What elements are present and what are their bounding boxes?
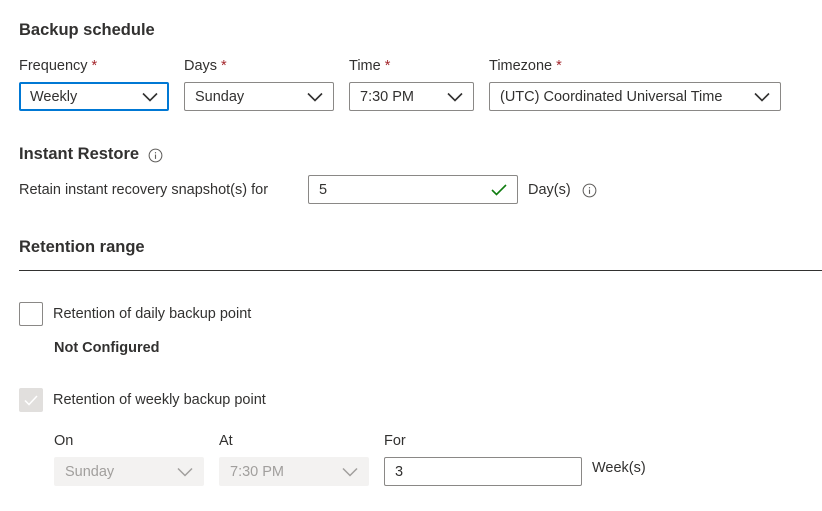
info-icon[interactable]: [582, 183, 597, 198]
weekly-on-label: On: [54, 433, 74, 449]
days-dropdown[interactable]: Sunday: [184, 82, 334, 111]
time-label: Time *: [349, 58, 390, 74]
weekly-on-value: Sunday: [65, 463, 115, 480]
weekly-at-dropdown[interactable]: 7:30 PM: [219, 457, 369, 486]
weekly-retention-label: Retention of weekly backup point: [53, 392, 266, 408]
retain-snapshot-label: Retain instant recovery snapshot(s) for: [19, 182, 269, 198]
frequency-dropdown[interactable]: Weekly: [19, 82, 169, 111]
chevron-down-icon: [142, 92, 158, 102]
time-label-text: Time: [349, 58, 381, 74]
backup-schedule-title: Backup schedule: [19, 21, 155, 39]
weekly-at-label: At: [219, 433, 233, 449]
weekly-for-value: 3: [395, 463, 404, 480]
weekly-retention-checkbox[interactable]: [19, 388, 43, 412]
info-icon[interactable]: [148, 148, 163, 163]
required-indicator: *: [556, 58, 562, 74]
chevron-down-icon: [177, 467, 193, 477]
weekly-for-input[interactable]: 3: [384, 457, 582, 486]
retention-range-title: Retention range: [19, 238, 145, 256]
checkmark-icon: [491, 183, 507, 196]
weekly-on-dropdown[interactable]: Sunday: [54, 457, 204, 486]
timezone-label-text: Timezone: [489, 58, 553, 74]
required-indicator: *: [91, 58, 98, 74]
time-value: 7:30 PM: [360, 88, 414, 105]
required-indicator: *: [384, 58, 391, 74]
frequency-value: Weekly: [30, 88, 78, 105]
weekly-for-label: For: [384, 433, 406, 449]
timezone-dropdown[interactable]: (UTC) Coordinated Universal Time: [489, 82, 781, 111]
timezone-value: (UTC) Coordinated Universal Time: [500, 88, 723, 105]
chevron-down-icon: [307, 92, 323, 102]
days-label-text: Days: [184, 58, 218, 74]
time-dropdown[interactable]: 7:30 PM: [349, 82, 474, 111]
frequency-label: Frequency *: [19, 58, 97, 74]
required-indicator: *: [221, 58, 227, 74]
instant-restore-title: Instant Restore: [19, 145, 140, 163]
days-label: Days *: [184, 58, 227, 74]
chevron-down-icon: [342, 467, 358, 477]
checkmark-icon: [24, 394, 38, 406]
daily-retention-label: Retention of daily backup point: [53, 306, 252, 322]
days-value: Sunday: [195, 88, 245, 105]
retain-snapshot-value: 5: [319, 181, 328, 198]
daily-retention-checkbox[interactable]: [19, 302, 43, 326]
daily-retention-status: Not Configured: [54, 340, 160, 356]
weekly-at-value: 7:30 PM: [230, 463, 284, 480]
retain-unit-label: Day(s): [528, 182, 571, 198]
chevron-down-icon: [754, 92, 770, 102]
chevron-down-icon: [447, 92, 463, 102]
retain-snapshot-input[interactable]: 5: [308, 175, 518, 204]
section-divider: [19, 270, 822, 271]
frequency-label-text: Frequency: [19, 58, 88, 74]
timezone-label: Timezone *: [489, 58, 562, 74]
weekly-for-unit: Week(s): [592, 460, 646, 476]
